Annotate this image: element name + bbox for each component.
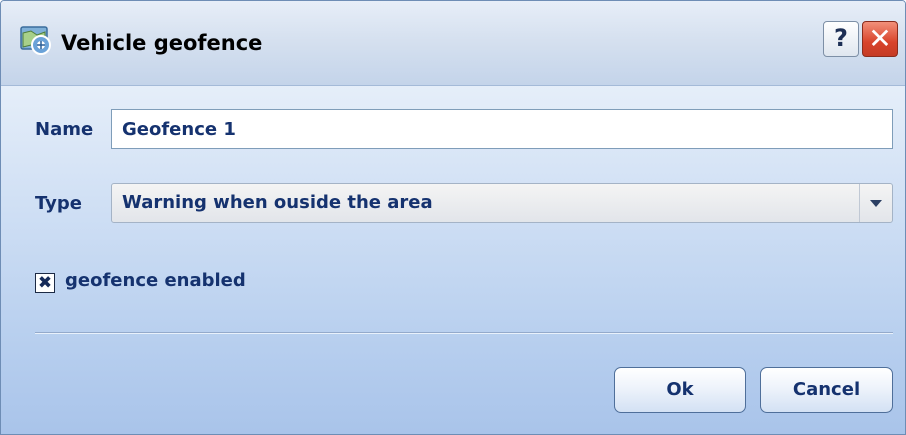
type-dropdown[interactable]: Warning when ouside the area — [111, 183, 893, 223]
type-label: Type — [35, 193, 82, 214]
title-bar[interactable]: Vehicle geofence ? ✕ — [1, 1, 905, 86]
divider — [35, 332, 893, 334]
vehicle-geofence-dialog: Vehicle geofence ? ✕ Name Type Warning w… — [0, 0, 906, 435]
ok-button[interactable]: Ok — [614, 367, 746, 413]
dropdown-toggle[interactable] — [859, 184, 892, 222]
window-title: Vehicle geofence — [61, 31, 263, 55]
cancel-button[interactable]: Cancel — [760, 367, 893, 413]
close-button[interactable]: ✕ — [862, 21, 898, 57]
name-input[interactable] — [111, 109, 893, 149]
help-button[interactable]: ? — [823, 21, 859, 57]
type-selected-value: Warning when ouside the area — [122, 192, 433, 213]
geofence-enabled-checkbox[interactable]: ✖ — [35, 273, 55, 293]
geofence-enabled-label[interactable]: geofence enabled — [65, 270, 246, 291]
chevron-down-icon — [870, 200, 882, 207]
map-globe-icon — [19, 23, 53, 57]
name-label: Name — [35, 119, 94, 140]
